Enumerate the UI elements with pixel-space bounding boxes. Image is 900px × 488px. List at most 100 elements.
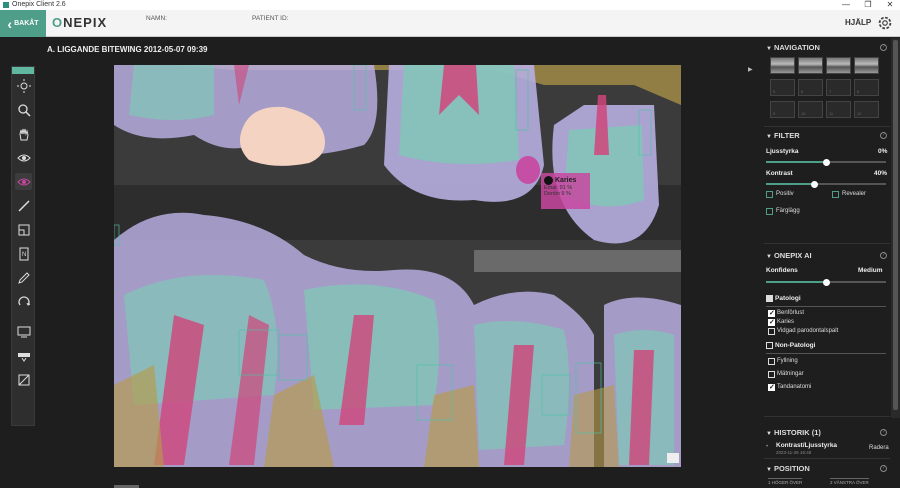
confidence-label: Konfidens (766, 267, 798, 274)
positive-checkbox[interactable] (766, 191, 773, 198)
navigation-section-header[interactable]: ▼ NAVIGATION (766, 43, 820, 52)
ruler-icon[interactable] (15, 197, 32, 214)
chevron-left-icon: ‹ (7, 15, 13, 32)
ai-section-header[interactable]: ▼ ONEPIX AI (766, 251, 812, 260)
window-title: Onepix Client 2.6 (12, 1, 66, 8)
slider-knob[interactable] (823, 278, 830, 286)
widened-pdl-checkbox[interactable] (768, 328, 775, 335)
filter-section-header[interactable]: ▼ FILTER (766, 131, 800, 140)
pen-icon[interactable] (15, 269, 32, 286)
brightness-icon[interactable] (15, 77, 32, 94)
slider-knob[interactable] (811, 180, 818, 188)
help-button[interactable]: HJÄLP (845, 18, 871, 27)
onepix-logo: ONEPIX (52, 15, 108, 30)
zoom-icon[interactable] (15, 101, 32, 118)
confidence-value[interactable]: Medium (858, 267, 883, 274)
brightness-label: Ljusstyrka (766, 148, 799, 155)
nav-thumbnail[interactable] (770, 57, 795, 74)
pan-hand-icon[interactable] (15, 125, 32, 142)
filling-label: Fyllning (777, 358, 798, 364)
nav-thumbnail[interactable] (798, 57, 823, 74)
divider-line (766, 353, 886, 354)
view-eye-icon[interactable] (15, 149, 32, 166)
position-section-header[interactable]: ▼ POSITION (766, 464, 810, 473)
back-label: BAKÅT (14, 20, 39, 27)
nav-slot[interactable]: 6 (798, 79, 823, 96)
history-item-title: Kontrast/Ljusstyrka (776, 442, 838, 449)
nonpathology-checkbox[interactable] (766, 342, 773, 349)
tooth-anatomy-label: Tandanatomi (777, 384, 812, 390)
compare-icon[interactable] (15, 371, 32, 388)
brightness-slider[interactable] (766, 158, 886, 166)
widened-pdl-label: Vidgad parodontalspalt (777, 328, 839, 334)
back-button[interactable]: ‹ BAKÅT (0, 10, 46, 37)
position-tab-1[interactable]: 1 HÖGER ÖVER (768, 478, 803, 485)
patient-id-label: PATIENT ID: (252, 15, 289, 22)
color-checkbox[interactable] (766, 208, 773, 215)
position-tab-2[interactable]: 2 VÄNSTRA ÖVER (830, 478, 869, 485)
measurements-checkbox[interactable] (768, 371, 775, 378)
image-title: A. LIGGANDE BITEWING 2012-05-07 09:39 (47, 45, 208, 54)
nav-slot[interactable]: 7 (826, 79, 851, 96)
nav-thumbnail[interactable] (854, 57, 879, 74)
filling-checkbox[interactable] (768, 358, 775, 365)
close-button[interactable]: ✕ (878, 0, 900, 10)
tooth-anatomy-checkbox[interactable] (768, 383, 775, 391)
export-icon[interactable] (15, 347, 32, 364)
nav-thumbnail[interactable] (826, 57, 851, 74)
help-circle-icon[interactable]: ? (880, 465, 887, 472)
minimize-button[interactable]: — (834, 0, 858, 10)
history-bullet-icon: • (766, 444, 769, 450)
rotate-icon[interactable] (15, 293, 32, 310)
brightness-value: 0% (878, 148, 888, 155)
history-delete-button[interactable]: Radera (869, 445, 889, 451)
pathology-label: Patologi (775, 295, 801, 302)
positive-label: Positiv (776, 191, 794, 197)
nav-slot[interactable]: 5 (770, 79, 795, 96)
slider-knob[interactable] (823, 158, 830, 166)
tool-palette-header (12, 67, 34, 74)
section-divider (764, 416, 890, 417)
bone-loss-checkbox[interactable] (768, 309, 775, 317)
pathology-checkbox[interactable] (766, 295, 773, 302)
name-label: NAMN: (146, 15, 167, 22)
help-circle-icon[interactable]: ? (880, 132, 887, 139)
help-circle-icon[interactable]: ? (880, 429, 887, 436)
measurements-label: Mätningar (777, 371, 804, 377)
monitor-icon[interactable] (15, 323, 32, 340)
settings-gear-icon[interactable] (876, 14, 894, 32)
caries-marker-icon (544, 176, 553, 185)
help-circle-icon[interactable]: ? (880, 252, 887, 259)
section-divider (764, 243, 890, 244)
window-title-bar: Onepix Client 2.6 — ❐ ✕ (0, 0, 900, 10)
nav-slot[interactable]: 8 (854, 79, 879, 96)
section-divider (764, 126, 890, 127)
contrast-slider[interactable] (766, 180, 886, 188)
tool-palette: N (11, 66, 35, 426)
app-icon (3, 2, 9, 8)
bone-loss-label: Benförlust (777, 310, 805, 316)
ai-overlay-icon[interactable] (15, 173, 32, 190)
nav-slot[interactable]: 11 (826, 101, 851, 118)
reveal-checkbox[interactable] (832, 191, 839, 198)
caries-checkbox[interactable] (768, 318, 775, 326)
sidebar-scrollbar[interactable] (891, 38, 900, 418)
confidence-slider[interactable] (766, 278, 886, 286)
color-label: Färglägg (776, 208, 800, 214)
crop-icon[interactable] (15, 221, 32, 238)
history-section-header[interactable]: ▼ HISTORIK (1) (766, 428, 821, 437)
nav-slot[interactable]: 10 (798, 101, 823, 118)
nav-slot[interactable]: 12 (854, 101, 879, 118)
popup-dentin: Dentin 9 % (544, 191, 571, 197)
note-icon[interactable]: N (15, 245, 32, 262)
ai-segmentation-overlay (114, 65, 681, 467)
bitewing-xray-image[interactable] (114, 65, 681, 467)
help-circle-icon[interactable]: ? (880, 44, 887, 51)
maximize-button[interactable]: ❐ (856, 0, 880, 10)
scrollbar-thumb[interactable] (893, 40, 898, 410)
caries-info-popup: Karies Emal: 91 % Dentin 9 % (541, 173, 590, 209)
nav-slot[interactable]: 9 (770, 101, 795, 118)
expand-arrow-icon[interactable]: ▶ (748, 66, 753, 73)
popup-label: Karies (555, 177, 577, 184)
svg-text:N: N (22, 252, 26, 258)
